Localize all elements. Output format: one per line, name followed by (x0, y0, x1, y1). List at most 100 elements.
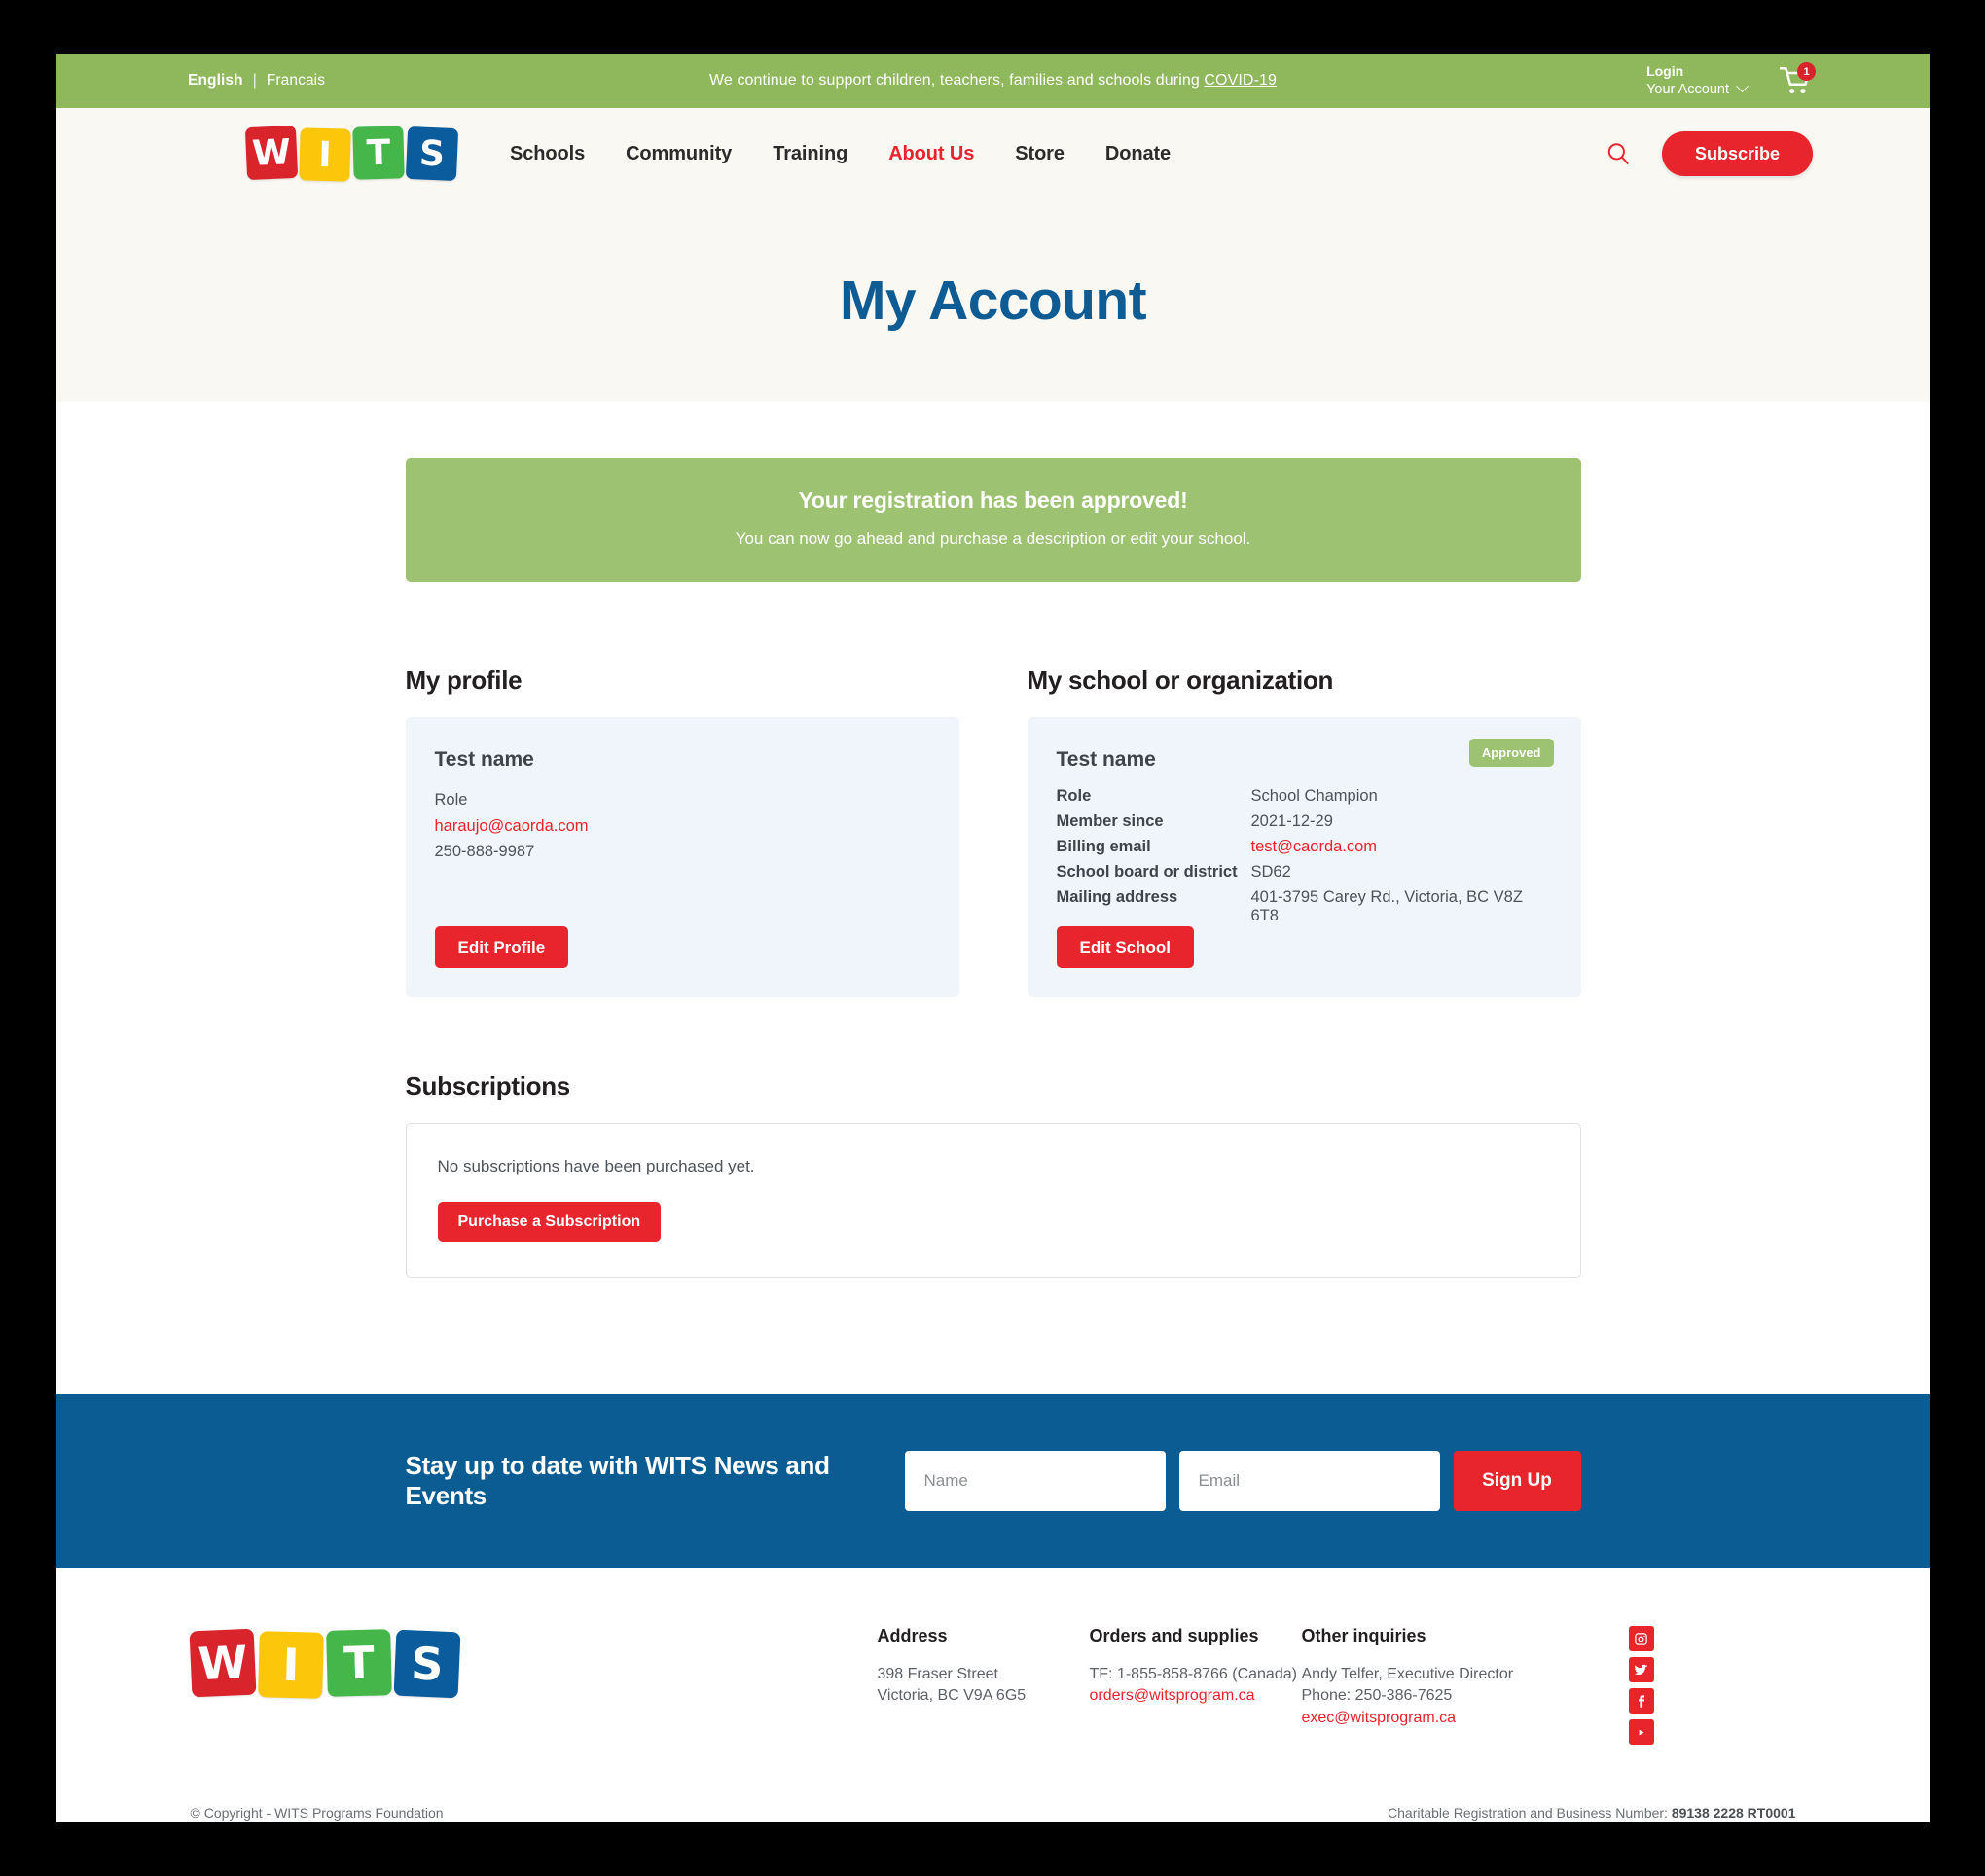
footer-orders-email[interactable]: orders@witsprogram.ca (1090, 1687, 1255, 1704)
footer-top: W I T S Address 398 Fraser Street Victor… (189, 1626, 1796, 1745)
subscriptions-section: Subscriptions No subscriptions have been… (405, 1071, 1581, 1394)
content-wrapper: Your registration has been approved! You… (405, 458, 1581, 1394)
footer-wits-logo[interactable]: W I T S (189, 1628, 460, 1699)
purchase-subscription-button[interactable]: Purchase a Subscription (437, 1202, 662, 1242)
footer-logo-tile-i: I (257, 1631, 324, 1699)
profile-details: Role haraujo@caorda.com 250-888-9987 (435, 787, 930, 865)
footer-column-inquiries: Other inquiries Andy Telfer, Executive D… (1302, 1626, 1574, 1745)
status-badge: Approved (1468, 739, 1554, 767)
footer-inquiries-phone: Phone: 250-386-7625 (1301, 1687, 1453, 1705)
profile-email[interactable]: haraujo@caorda.com (435, 813, 930, 840)
browser-viewport: English | Francais We continue to suppor… (56, 54, 1930, 1822)
nav-item-about-us[interactable]: About Us (888, 143, 974, 165)
footer-bottom: © Copyright - WITS Programs Foundation C… (56, 1805, 1930, 1821)
newsletter-email-input[interactable] (1178, 1451, 1440, 1511)
social-links (1628, 1626, 1654, 1745)
login-label[interactable]: Login (1646, 63, 1747, 81)
nav-item-schools[interactable]: Schools (510, 143, 585, 165)
edit-profile-button[interactable]: Edit Profile (434, 926, 569, 968)
main-navbar: W I T S Schools Community Training About… (56, 108, 1930, 199)
logo-tile-i: I (299, 127, 351, 182)
charity-registration: Charitable Registration and Business Num… (1388, 1805, 1795, 1821)
page-footer: W I T S Address 398 Fraser Street Victor… (56, 1568, 1930, 1822)
profile-phone: 250-888-9987 (434, 843, 535, 861)
profile-name: Test name (434, 748, 534, 771)
subscribe-button[interactable]: Subscribe (1661, 131, 1813, 176)
school-card: Approved Test name Role School Champion … (1027, 717, 1581, 997)
approval-alert: Your registration has been approved! You… (405, 458, 1581, 582)
your-account-label[interactable]: Your Account (1646, 80, 1749, 98)
instagram-link[interactable] (1628, 1626, 1654, 1651)
footer-inquiries-email[interactable]: exec@witsprogram.ca (1302, 1710, 1457, 1726)
newsletter-inner: Stay up to date with WITS News and Event… (406, 1451, 1581, 1511)
profile-role: Role (434, 791, 468, 809)
newsletter-signup-button[interactable]: Sign Up (1453, 1451, 1581, 1511)
your-account-text: Your Account (1646, 81, 1729, 97)
charity-number: 89138 2228 RT0001 (1671, 1805, 1796, 1821)
youtube-icon (1639, 1729, 1644, 1735)
nav-item-store[interactable]: Store (1015, 143, 1065, 165)
footer-column-orders: Orders and supplies TF: 1-855-858-8766 (… (1090, 1626, 1302, 1745)
footer-logo-tile-s: S (393, 1629, 460, 1699)
footer-heading-orders: Orders and supplies (1089, 1626, 1259, 1645)
utility-bar-right: Login Your Account 1 (1646, 62, 1816, 98)
subscriptions-box: No subscriptions have been purchased yet… (405, 1123, 1581, 1278)
edit-school-button[interactable]: Edit School (1056, 926, 1194, 968)
account-menu[interactable]: Login Your Account (1646, 63, 1749, 98)
twitter-link[interactable] (1628, 1657, 1654, 1682)
school-billing-email[interactable]: test@caorda.com (1251, 838, 1552, 856)
nav-item-community[interactable]: Community (626, 143, 732, 165)
newsletter-form: Sign Up (904, 1451, 1581, 1511)
alert-subtitle: You can now go ahead and purchase a desc… (735, 529, 1251, 548)
school-field-value: 2021-12-29 (1250, 812, 1333, 830)
newsletter-title: Stay up to date with WITS News and Event… (405, 1451, 830, 1510)
nav-item-donate[interactable]: Donate (1105, 143, 1171, 165)
footer-address-line2: Victoria, BC V9A 6G5 (877, 1687, 1027, 1705)
copyright-text: © Copyright - WITS Programs Foundation (190, 1805, 444, 1821)
school-field-value: School Champion (1250, 787, 1378, 805)
subscriptions-section-title: Subscriptions (405, 1071, 571, 1100)
footer-inquiries-contact: Andy Telfer, Executive Director (1301, 1666, 1514, 1682)
main-content: Your registration has been approved! You… (56, 402, 1930, 1394)
alert-title: Your registration has been approved! (798, 487, 1188, 513)
footer-heading-address: Address (877, 1626, 948, 1645)
instagram-icon (1635, 1632, 1647, 1645)
school-field-label: School board or district (1056, 863, 1238, 881)
nav-item-training[interactable]: Training (773, 143, 848, 165)
footer-address-line1: 398 Fraser Street (877, 1666, 999, 1682)
footer-heading-inquiries: Other inquiries (1301, 1626, 1426, 1645)
navbar-right: Subscribe (1604, 131, 1813, 176)
twitter-icon (1634, 1664, 1648, 1675)
footer-logo-tile-w: W (189, 1628, 256, 1698)
subscriptions-empty-message: No subscriptions have been purchased yet… (437, 1157, 755, 1175)
school-column: My school or organization Approved Test … (1027, 666, 1581, 997)
profile-section-title: My profile (405, 666, 523, 695)
footer-column-address: Address 398 Fraser Street Victoria, BC V… (878, 1626, 1090, 1745)
page-hero: My Account (56, 199, 1930, 402)
footer-orders-phone: TF: 1-855-858-8766 (Canada) (1089, 1666, 1297, 1682)
chevron-down-icon (1736, 80, 1749, 93)
cart-count-badge: 1 (1797, 62, 1816, 81)
school-section-title: My school or organization (1027, 666, 1334, 695)
school-field-label: Billing email (1056, 838, 1151, 855)
newsletter-bar: Stay up to date with WITS News and Event… (56, 1394, 1930, 1568)
school-details: Role School Champion Member since 2021-1… (1057, 787, 1552, 925)
profile-column: My profile Test name Role haraujo@caorda… (405, 666, 959, 997)
facebook-icon (1639, 1694, 1645, 1708)
school-field-label: Mailing address (1056, 888, 1178, 906)
cart-button[interactable]: 1 (1780, 62, 1816, 95)
facebook-link[interactable] (1628, 1688, 1654, 1714)
logo-tile-t: T (352, 126, 405, 180)
utility-bar: English | Francais We continue to suppor… (56, 54, 1930, 108)
charity-label: Charitable Registration and Business Num… (1388, 1805, 1672, 1821)
wits-logo[interactable]: W I T S (244, 125, 459, 182)
covid-banner-text: We continue to support children, teacher… (708, 72, 1205, 89)
youtube-link[interactable] (1628, 1719, 1654, 1745)
covid-19-link[interactable]: COVID-19 (1204, 72, 1277, 89)
newsletter-name-input[interactable] (904, 1451, 1166, 1511)
school-field-label: Member since (1056, 812, 1164, 830)
account-columns: My profile Test name Role haraujo@caorda… (405, 666, 1581, 997)
footer-bottom-inner: © Copyright - WITS Programs Foundation C… (191, 1805, 1796, 1821)
search-button[interactable] (1604, 139, 1633, 168)
school-field-value: 401-3795 Carey Rd., Victoria, BC V8Z 6T8 (1250, 888, 1523, 924)
